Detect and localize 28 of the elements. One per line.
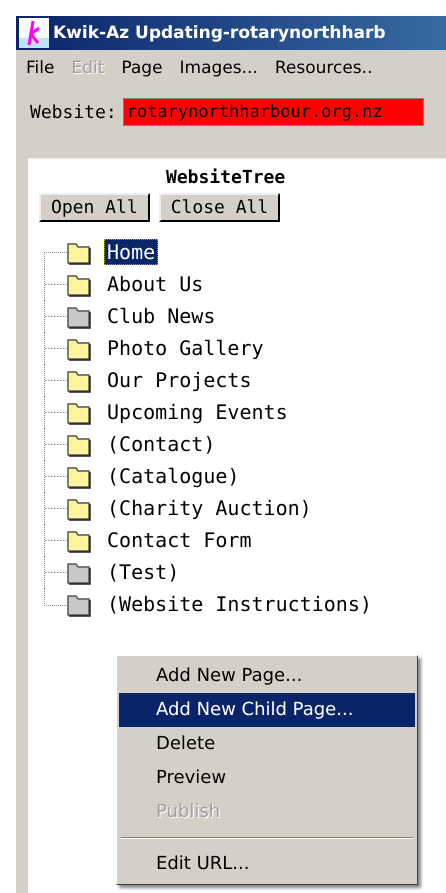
menu-item[interactable]: File [26, 58, 54, 88]
tree-item[interactable]: Club News [104, 303, 218, 329]
tree-item[interactable]: Home [104, 239, 158, 265]
tree-item[interactable]: (Charity Auction) [104, 495, 315, 521]
window-title: Kwik-Az Updating-rotarynorthharb [53, 23, 386, 43]
tree-item[interactable]: About Us [104, 271, 206, 297]
context-menu-item[interactable]: Add New Child Page... [119, 693, 415, 727]
context-menu-item[interactable]: Edit URL... [119, 847, 415, 881]
context-menu-item[interactable]: Delete [119, 727, 415, 761]
app-logo-icon [19, 18, 49, 48]
context-menu-item[interactable]: Preview [119, 761, 415, 795]
menu-item[interactable]: Resources.. [274, 58, 372, 88]
tree-button[interactable]: Open All [39, 193, 150, 222]
tree-title: WebsiteTree [165, 166, 286, 190]
context-menu-item[interactable]: Add New Page... [119, 659, 415, 693]
website-field[interactable]: rotarynorthharbour.org.nz [122, 98, 424, 126]
tree-item[interactable]: Contact Form [104, 527, 254, 553]
tree-item[interactable]: (Test) [104, 559, 182, 585]
tree-item[interactable]: (Contact) [104, 431, 218, 457]
menu-item[interactable]: Page [121, 58, 163, 88]
tree-item[interactable]: (Website Instructions) [104, 591, 375, 617]
tree-item[interactable]: (Catalogue) [104, 463, 242, 489]
tree-item[interactable]: Photo Gallery [104, 335, 267, 361]
tree-item[interactable]: Upcoming Events [104, 399, 291, 425]
website-label: Website: [30, 102, 117, 122]
tree-item[interactable]: Our Projects [104, 367, 254, 393]
tree-button[interactable]: Close All [158, 193, 280, 222]
menu-item[interactable]: Images... [180, 58, 258, 88]
